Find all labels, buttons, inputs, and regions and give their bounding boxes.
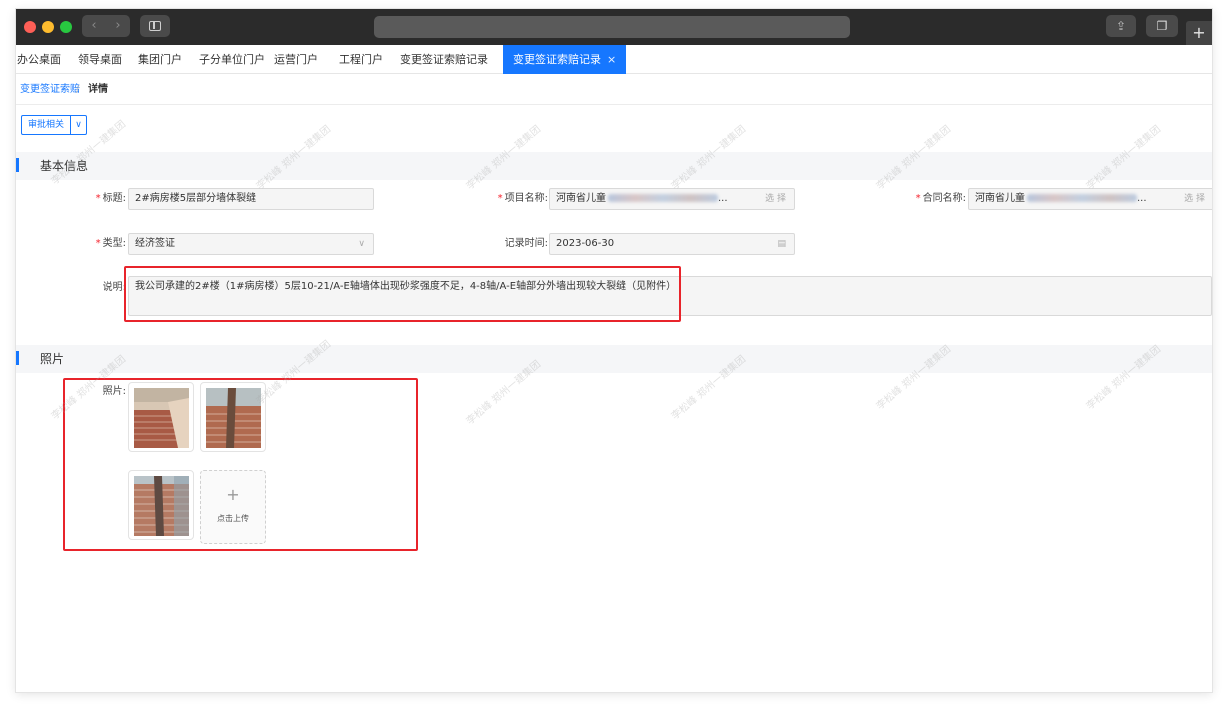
app-tab-bar: 办公桌面 领导桌面 集团门户 子分单位门户 运营门户 工程门户 变更签证索赔记录…	[16, 45, 1212, 74]
new-tab-button[interactable]: +	[1186, 21, 1212, 45]
tab-change-records-active[interactable]: 变更签证索赔记录 ×	[503, 45, 627, 74]
title-field[interactable]: 2#病房楼5层部分墙体裂缝	[128, 188, 374, 210]
tab-label: 变更签证索赔记录	[513, 53, 601, 66]
date-label: 记录时间:	[504, 238, 548, 249]
tabs-overview-button[interactable]: ❐	[1146, 15, 1178, 37]
zoom-window-button[interactable]	[60, 21, 72, 33]
project-field[interactable]: 河南省儿童... 选 择	[549, 188, 795, 210]
sidebar-icon	[149, 21, 161, 31]
chevron-down-icon: ∨	[358, 239, 365, 249]
tab-group-portal[interactable]: 集团门户	[138, 45, 182, 74]
browser-window: ‹ › ⇪ ❐ + 办公桌面 领导桌面 集团门户 子分单位门户 运营门户 工程门…	[16, 9, 1212, 692]
tab-close-icon[interactable]: ×	[607, 53, 616, 66]
blurred-text	[608, 194, 718, 202]
calendar-icon[interactable]: ▤	[777, 234, 786, 254]
contract-select-button[interactable]: 选 择	[1184, 189, 1205, 209]
address-bar[interactable]	[374, 16, 850, 38]
project-select-button[interactable]: 选 择	[765, 189, 786, 209]
tab-leader-desktop[interactable]: 领导桌面	[78, 45, 122, 74]
title-bar: ‹ › ⇪ ❐ +	[16, 9, 1212, 45]
share-button[interactable]: ⇪	[1106, 15, 1136, 37]
contract-field[interactable]: 河南省儿童... 选 择	[968, 188, 1212, 210]
tabs-icon: ❐	[1156, 19, 1168, 33]
highlight-box-description	[124, 266, 681, 322]
tab-change-records[interactable]: 变更签证索赔记录	[400, 45, 488, 74]
tab-operations-portal[interactable]: 运营门户	[274, 45, 318, 74]
toolbar: 审批相关 ∨	[16, 106, 1212, 146]
close-window-button[interactable]	[24, 21, 36, 33]
sidebar-toggle-button[interactable]	[140, 15, 170, 37]
contract-value: 河南省儿童	[975, 193, 1025, 204]
approve-dropdown[interactable]: 审批相关 ∨	[21, 115, 88, 135]
section-accent	[16, 158, 19, 172]
section-accent	[16, 351, 19, 365]
section-title: 基本信息	[40, 159, 89, 173]
breadcrumb-link[interactable]: 变更签证索赔	[20, 75, 80, 105]
title-label: * 标题:	[95, 193, 126, 204]
tab-office-desktop[interactable]: 办公桌面	[17, 45, 61, 74]
back-button[interactable]: ‹	[82, 15, 106, 37]
type-value: 经济签证	[135, 238, 175, 249]
section-basic-info: 基本信息	[16, 152, 1212, 180]
highlight-box-photos	[63, 378, 418, 551]
breadcrumb-current: 详情	[88, 84, 108, 95]
project-label: * 项目名称:	[497, 193, 548, 204]
contract-label: * 合同名称:	[915, 193, 966, 204]
description-label: 说明:	[102, 282, 126, 293]
forward-button[interactable]: ›	[106, 15, 130, 37]
date-field[interactable]: 2023-06-30 ▤	[549, 233, 795, 255]
date-value: 2023-06-30	[556, 238, 615, 249]
blurred-text	[1027, 194, 1137, 202]
breadcrumb: 变更签证索赔 / 详情	[16, 75, 1212, 105]
tab-subunit-portal[interactable]: 子分单位门户	[199, 45, 265, 74]
project-value: 河南省儿童	[556, 193, 606, 204]
breadcrumb-separator: /	[76, 84, 80, 95]
section-photos: 照片	[16, 345, 1212, 373]
type-label: * 类型:	[95, 238, 126, 249]
chevron-down-icon[interactable]: ∨	[71, 115, 88, 135]
approve-button[interactable]: 审批相关	[21, 115, 72, 135]
nav-buttons: ‹ ›	[82, 15, 130, 37]
share-icon: ⇪	[1115, 19, 1127, 33]
minimize-window-button[interactable]	[42, 21, 54, 33]
type-select[interactable]: 经济签证 ∨	[128, 233, 374, 255]
tab-engineering-portal[interactable]: 工程门户	[339, 45, 383, 74]
section-title: 照片	[40, 352, 65, 366]
